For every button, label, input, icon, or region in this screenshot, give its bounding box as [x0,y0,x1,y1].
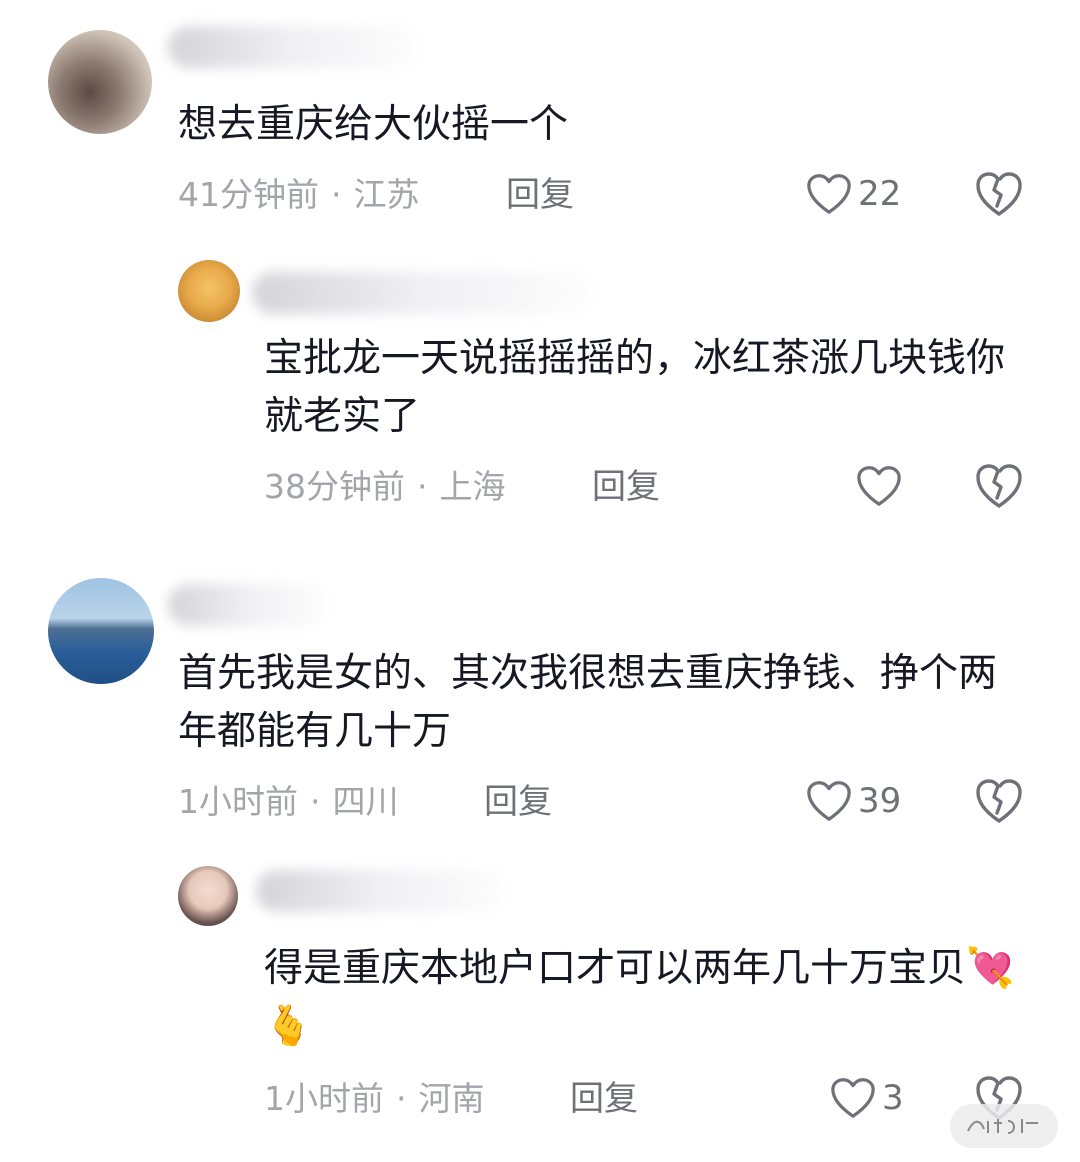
comment-text: 想去重庆给大伙摇一个 [178,102,569,147]
like-button[interactable] [856,462,908,510]
comment-text: 宝批龙一天说摇摇摇的，冰红茶涨几块钱你就老实了 [264,336,1006,439]
reply-button[interactable]: 回复 [592,467,660,507]
comment-time: 41分钟前 [178,175,319,214]
comment-meta: 1小时前 · 河南 [264,1079,485,1119]
comment-text: 得是重庆本地户口才可以两年几十万宝贝💘🫰 [264,946,1015,1049]
reply-button[interactable]: 回复 [570,1079,638,1119]
comment-text: 首先我是女的、其次我很想去重庆挣钱、挣个两年都能有几十万 [178,651,998,754]
username-blurred[interactable] [168,584,328,626]
watermark-logo [950,1104,1058,1148]
avatar[interactable] [178,260,240,322]
meta-separator: · [310,782,321,821]
avatar[interactable] [178,866,238,926]
username-blurred[interactable] [256,870,506,912]
dislike-broken-heart-icon[interactable] [974,777,1024,825]
dislike-broken-heart-icon[interactable] [974,170,1024,218]
comment-location: 四川 [332,782,399,821]
comment-location: 上海 [439,467,506,506]
comment-time: 38分钟前 [264,467,405,506]
like-button[interactable]: 22 [806,170,901,218]
like-button[interactable]: 39 [806,777,901,825]
like-button[interactable]: 3 [830,1074,904,1122]
reply-button[interactable]: 回复 [506,175,574,215]
comment-time: 1小时前 [264,1079,384,1118]
avatar[interactable] [48,578,154,684]
username-blurred[interactable] [168,26,418,68]
like-count: 39 [858,781,902,821]
reply-button[interactable]: 回复 [484,782,552,822]
comment-time: 1小时前 [178,782,298,821]
heart-icon [831,1078,875,1118]
comment-meta: 41分钟前 · 江苏 [178,175,420,215]
heart-icon [807,174,851,214]
comment-location: 河南 [418,1079,485,1118]
comment-location: 江苏 [353,175,420,214]
meta-separator: · [396,1079,407,1118]
like-count: 22 [858,174,902,214]
watermark-logo-mark [967,1119,1038,1134]
username-blurred[interactable] [252,272,592,314]
comment-meta: 38分钟前 · 上海 [264,467,506,507]
meta-separator: · [331,175,342,214]
heart-icon [857,466,901,506]
meta-separator: · [417,467,428,506]
heart-icon [807,781,851,821]
like-count: 3 [882,1078,904,1118]
comment-meta: 1小时前 · 四川 [178,782,399,822]
dislike-broken-heart-icon[interactable] [974,462,1024,510]
avatar[interactable] [48,30,152,134]
